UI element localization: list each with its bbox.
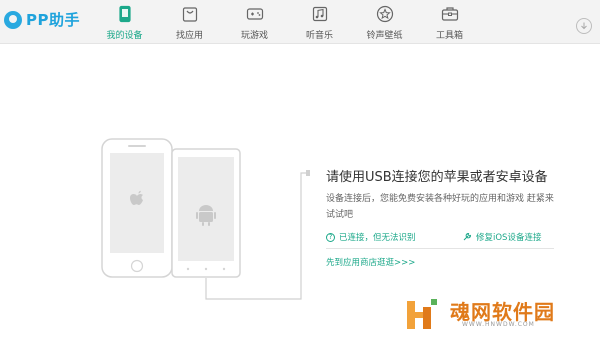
watermark-logo-icon bbox=[407, 299, 437, 329]
app-logo-text: PP助手 bbox=[26, 11, 80, 29]
top-nav-bar: PP助手 我的设备 找应用 玩游戏 听音乐 铃声壁纸 工具箱 bbox=[0, 0, 600, 44]
link-label: 修复iOS设备连接 bbox=[476, 233, 542, 243]
link-label: 已连接，但无法识别 bbox=[339, 233, 416, 243]
connect-device-title: 请使用USB连接您的苹果或者安卓设备 bbox=[326, 170, 548, 185]
repair-ios-connection-link[interactable]: 修复iOS设备连接 bbox=[462, 231, 541, 243]
tab-ringtones-wallpapers[interactable]: 铃声壁纸 bbox=[352, 0, 417, 44]
browse-app-store-link[interactable]: 先到应用商店逛逛>>> bbox=[326, 256, 415, 268]
tab-play-games[interactable]: 玩游戏 bbox=[222, 0, 287, 44]
connect-device-description: 设备连接后，您能免费安装各种好玩的应用和游戏 赶紧来试试吧 bbox=[326, 194, 554, 220]
tab-listen-music[interactable]: 听音乐 bbox=[287, 0, 352, 44]
tab-label: 玩游戏 bbox=[240, 31, 268, 41]
device-connection-illustration bbox=[101, 138, 310, 300]
phone-icon bbox=[116, 5, 134, 23]
app-logo: PP助手 bbox=[4, 9, 80, 30]
star-icon bbox=[376, 5, 394, 23]
music-icon bbox=[311, 5, 329, 23]
main-nav: 我的设备 找应用 玩游戏 听音乐 铃声壁纸 工具箱 bbox=[92, 0, 482, 44]
tab-label: 听音乐 bbox=[305, 31, 333, 41]
help-icon: ? bbox=[326, 232, 335, 242]
app-bag-icon bbox=[181, 5, 199, 23]
watermark-url: WWW.HNWDW.COM bbox=[462, 321, 535, 328]
iphone-illustration bbox=[101, 138, 173, 278]
toolbox-icon bbox=[441, 5, 459, 23]
pp-logo-icon bbox=[4, 10, 22, 29]
connected-but-unrecognized-link[interactable]: ? 已连接，但无法识别 bbox=[326, 231, 416, 243]
content-divider bbox=[326, 248, 554, 249]
tab-find-apps[interactable]: 找应用 bbox=[157, 0, 222, 44]
tab-label: 我的设备 bbox=[106, 31, 143, 41]
tab-my-devices[interactable]: 我的设备 bbox=[92, 0, 157, 44]
wrench-icon bbox=[463, 233, 471, 241]
gamepad-icon bbox=[246, 5, 264, 23]
tab-label: 工具箱 bbox=[435, 31, 463, 41]
download-arrow-icon bbox=[581, 22, 587, 30]
tab-toolbox[interactable]: 工具箱 bbox=[417, 0, 482, 44]
android-phone-illustration bbox=[171, 148, 241, 278]
download-manager-button[interactable] bbox=[576, 18, 592, 34]
tab-label: 找应用 bbox=[175, 31, 203, 41]
site-watermark: 魂网软件园 WWW.HNWDW.COM bbox=[400, 288, 600, 336]
tab-label: 铃声壁纸 bbox=[366, 31, 403, 41]
